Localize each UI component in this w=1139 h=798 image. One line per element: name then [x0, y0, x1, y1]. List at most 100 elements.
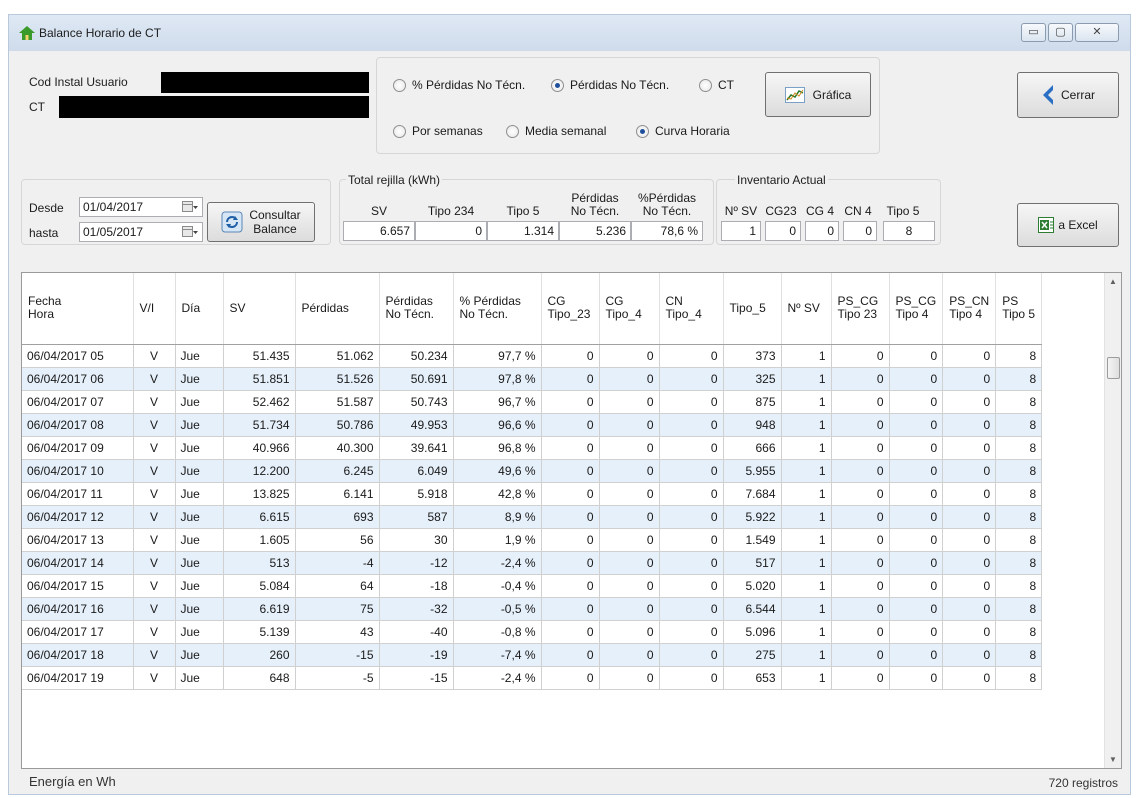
table-cell[interactable]: 0 — [541, 666, 600, 690]
table-cell[interactable]: 0 — [599, 551, 660, 575]
table-cell[interactable]: Jue — [175, 459, 224, 483]
table-cell[interactable]: 1 — [781, 482, 832, 506]
table-cell[interactable]: 0 — [599, 574, 660, 598]
table-cell[interactable]: 96,6 % — [453, 413, 542, 437]
table-cell[interactable]: 1,9 % — [453, 528, 542, 552]
table-cell[interactable]: -0,8 % — [453, 620, 542, 644]
table-cell[interactable]: 7.684 — [723, 482, 782, 506]
table-cell[interactable]: 5.918 — [379, 482, 454, 506]
table-cell[interactable]: 0 — [889, 505, 944, 529]
table-cell[interactable]: 0 — [659, 666, 724, 690]
table-cell[interactable]: 0 — [942, 505, 997, 529]
table-cell[interactable]: 6.141 — [295, 482, 380, 506]
table-cell[interactable]: 43 — [295, 620, 380, 644]
table-cell[interactable]: 8 — [995, 436, 1043, 460]
table-cell[interactable]: Jue — [175, 574, 224, 598]
table-cell[interactable]: V — [133, 551, 176, 575]
table-cell[interactable]: 1 — [781, 459, 832, 483]
radio-media-semanal[interactable]: Media semanal — [506, 124, 606, 138]
table-cell[interactable]: 0 — [831, 482, 890, 506]
table-cell[interactable]: 06/04/2017 19 — [22, 666, 134, 690]
table-cell[interactable]: 49,6 % — [453, 459, 542, 483]
table-cell[interactable]: 06/04/2017 05 — [22, 344, 134, 368]
table-cell[interactable]: 51.734 — [223, 413, 296, 437]
table-cell[interactable]: 0 — [541, 390, 600, 414]
table-cell[interactable]: 06/04/2017 08 — [22, 413, 134, 437]
table-cell[interactable]: 52.462 — [223, 390, 296, 414]
table-cell[interactable]: 0 — [942, 413, 997, 437]
cod-instal-field[interactable] — [161, 72, 369, 93]
table-cell[interactable]: 0 — [599, 505, 660, 529]
table-cell[interactable]: Jue — [175, 436, 224, 460]
table-row[interactable]: 06/04/2017 19 V Jue 648 -5 -15 -2,4 % 0 0 0 653 1 0 0… — [22, 666, 1043, 690]
table-cell[interactable]: 96,8 % — [453, 436, 542, 460]
table-cell[interactable]: 0 — [659, 528, 724, 552]
table-cell[interactable]: Jue — [175, 344, 224, 368]
table-cell[interactable]: V — [133, 666, 176, 690]
column-header[interactable]: % Pérdidas No Técn. — [453, 273, 542, 345]
table-cell[interactable]: 0 — [889, 390, 944, 414]
table-row[interactable]: 06/04/2017 18 V Jue 260 -15 -19 -7,4 % 0 0 0 275 1 0… — [22, 643, 1043, 667]
table-cell[interactable]: Jue — [175, 643, 224, 667]
table-cell[interactable]: V — [133, 620, 176, 644]
table-cell[interactable]: 0 — [541, 528, 600, 552]
table-row[interactable]: 06/04/2017 06 V Jue 51.851 51.526 50.691 97,8 … — [22, 367, 1043, 391]
table-cell[interactable]: 51.435 — [223, 344, 296, 368]
cerrar-button[interactable]: Cerrar — [1017, 72, 1119, 118]
table-cell[interactable]: 0 — [831, 574, 890, 598]
table-cell[interactable]: 06/04/2017 15 — [22, 574, 134, 598]
column-header[interactable]: Nº SV — [781, 273, 832, 345]
table-cell[interactable]: 0 — [659, 459, 724, 483]
table-cell[interactable]: 0 — [541, 643, 600, 667]
table-cell[interactable]: 6.049 — [379, 459, 454, 483]
table-cell[interactable]: 1 — [781, 666, 832, 690]
table-cell[interactable]: 8 — [995, 482, 1043, 506]
table-cell[interactable]: -0,5 % — [453, 597, 542, 621]
table-cell[interactable]: 0 — [831, 367, 890, 391]
table-cell[interactable]: 50.743 — [379, 390, 454, 414]
radio-curva-horaria[interactable]: Curva Horaria — [636, 124, 730, 138]
table-cell[interactable]: 8 — [995, 643, 1043, 667]
table-cell[interactable]: 64 — [295, 574, 380, 598]
column-header[interactable]: PS Tipo 5 — [995, 273, 1043, 345]
table-cell[interactable]: 5.955 — [723, 459, 782, 483]
table-cell[interactable]: 0 — [541, 367, 600, 391]
table-cell[interactable]: 0 — [541, 436, 600, 460]
table-cell[interactable]: 1 — [781, 597, 832, 621]
column-header[interactable]: Fecha Hora — [22, 273, 134, 345]
table-cell[interactable]: 0 — [659, 551, 724, 575]
table-row[interactable]: 06/04/2017 12 V Jue 6.615 693 587 8,9 % 0 0 0 5.92… — [22, 505, 1043, 529]
table-cell[interactable]: 5.020 — [723, 574, 782, 598]
table-cell[interactable]: Jue — [175, 482, 224, 506]
excel-button[interactable]: a Excel — [1017, 203, 1119, 247]
table-cell[interactable]: -19 — [379, 643, 454, 667]
table-cell[interactable]: 06/04/2017 07 — [22, 390, 134, 414]
table-cell[interactable]: 1 — [781, 643, 832, 667]
table-cell[interactable]: Jue — [175, 597, 224, 621]
column-header[interactable]: SV — [223, 273, 296, 345]
table-cell[interactable]: 49.953 — [379, 413, 454, 437]
table-cell[interactable]: 0 — [942, 367, 997, 391]
table-cell[interactable]: 06/04/2017 10 — [22, 459, 134, 483]
table-cell[interactable]: V — [133, 436, 176, 460]
table-cell[interactable]: 648 — [223, 666, 296, 690]
column-header[interactable]: PS_CN Tipo 4 — [942, 273, 997, 345]
table-cell[interactable]: V — [133, 528, 176, 552]
table-cell[interactable]: 0 — [889, 620, 944, 644]
table-cell[interactable]: V — [133, 459, 176, 483]
table-cell[interactable]: 8 — [995, 459, 1043, 483]
table-cell[interactable]: 0 — [889, 643, 944, 667]
scroll-thumb[interactable] — [1107, 357, 1120, 379]
table-cell[interactable]: 06/04/2017 17 — [22, 620, 134, 644]
table-cell[interactable]: 51.851 — [223, 367, 296, 391]
scroll-up-icon[interactable]: ▲ — [1109, 277, 1117, 286]
table-cell[interactable]: 0 — [599, 436, 660, 460]
table-cell[interactable]: 0 — [599, 643, 660, 667]
table-row[interactable]: 06/04/2017 07 V Jue 52.462 51.587 50.743 96,7 … — [22, 390, 1043, 414]
table-row[interactable]: 06/04/2017 14 V Jue 513 -4 -12 -2,4 % 0 0 0 517 1 0 0… — [22, 551, 1043, 575]
table-cell[interactable]: Jue — [175, 528, 224, 552]
table-cell[interactable]: 50.691 — [379, 367, 454, 391]
table-cell[interactable]: -12 — [379, 551, 454, 575]
table-cell[interactable]: 693 — [295, 505, 380, 529]
table-cell[interactable]: 5.096 — [723, 620, 782, 644]
